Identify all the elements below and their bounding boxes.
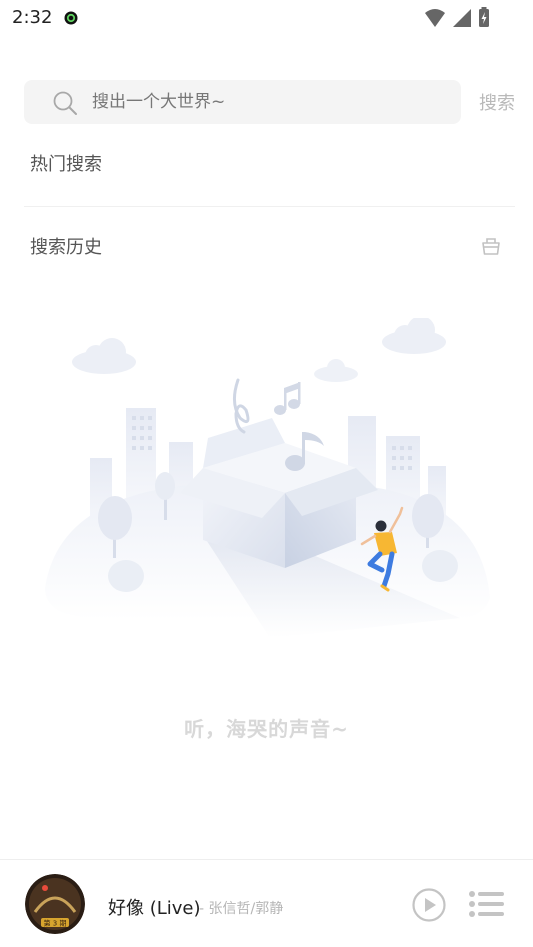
treble-clef-icon xyxy=(233,378,250,434)
empty-state-illustration xyxy=(45,318,490,638)
divider xyxy=(24,206,515,207)
status-time: 2:32 xyxy=(12,7,53,28)
search-history-title: 搜索历史 xyxy=(30,237,102,258)
trash-basket-icon[interactable] xyxy=(480,234,502,256)
playlist-icon[interactable] xyxy=(468,890,504,918)
wifi-icon xyxy=(425,9,445,27)
battery-charging-icon xyxy=(479,7,489,27)
search-button[interactable]: 搜索 xyxy=(479,89,515,115)
status-bar: 2:32 xyxy=(0,0,533,36)
song-artist: - 张信哲/郭静 xyxy=(199,901,284,917)
album-cover-badge: 第 3 期 xyxy=(44,919,67,928)
cloud xyxy=(382,318,446,354)
empty-state-text: 听，海哭的声音~ xyxy=(184,717,349,741)
cloud xyxy=(314,359,358,382)
search-icon xyxy=(53,91,77,115)
mini-player-bar[interactable]: 第 3 期 好像 (Live) - 张信哲/郭静 xyxy=(0,859,533,947)
app-notification-icon xyxy=(64,11,78,25)
music-note-icon xyxy=(274,382,301,415)
hot-search-title: 热门搜索 xyxy=(30,154,102,175)
status-indicators xyxy=(425,7,489,27)
search-input[interactable] xyxy=(92,80,442,124)
search-box[interactable] xyxy=(24,80,461,124)
cloud xyxy=(72,338,136,374)
song-title[interactable]: 好像 (Live) xyxy=(108,894,201,920)
album-cover[interactable]: 第 3 期 xyxy=(25,874,85,934)
signal-icon xyxy=(453,9,471,27)
play-circle-icon[interactable] xyxy=(412,888,446,922)
